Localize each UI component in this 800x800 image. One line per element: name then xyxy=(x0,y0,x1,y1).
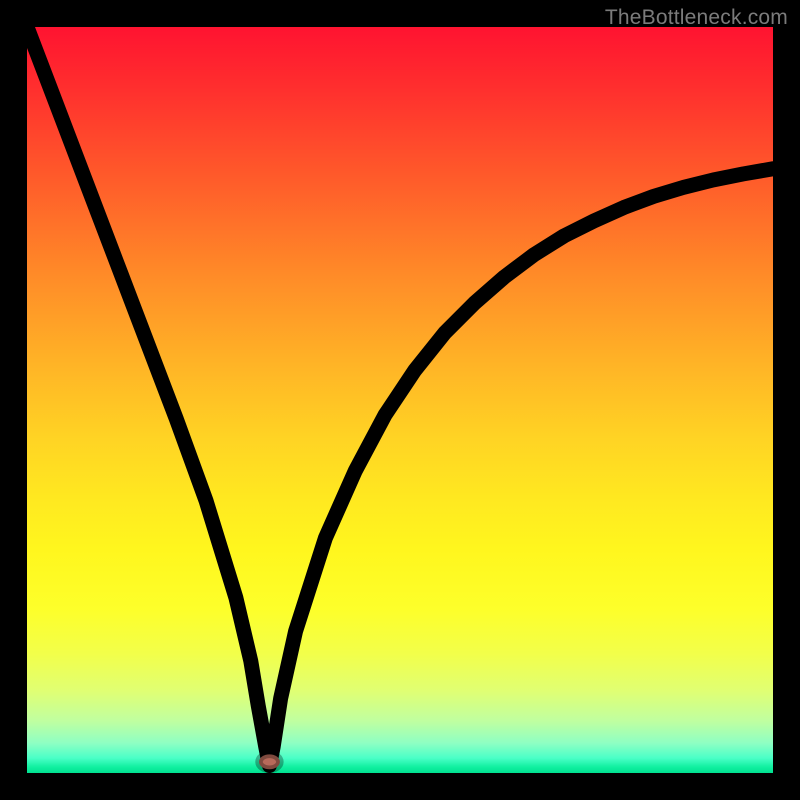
chart-svg xyxy=(27,27,773,773)
watermark-text: TheBottleneck.com xyxy=(605,6,788,30)
optimum-marker xyxy=(259,754,280,769)
plot-area xyxy=(27,27,773,773)
bottleneck-curve xyxy=(27,27,773,766)
chart-stage: TheBottleneck.com xyxy=(0,0,800,800)
